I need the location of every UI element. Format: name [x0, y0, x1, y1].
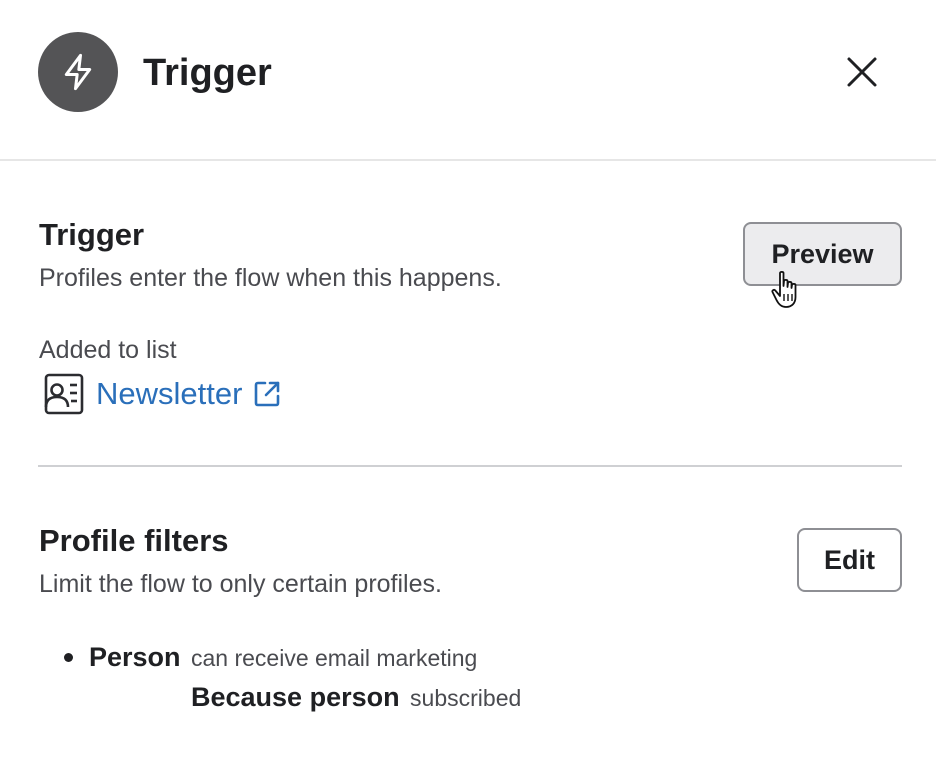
hand-cursor-icon — [771, 270, 797, 308]
trigger-panel: Trigger Trigger Profiles enter the flow … — [0, 0, 936, 780]
close-icon — [847, 57, 877, 87]
panel-title: Trigger — [143, 52, 272, 94]
filter-reason: Because person subscribed — [191, 681, 521, 718]
list-link-row[interactable]: Newsletter — [40, 372, 282, 416]
added-to-list-label: Added to list — [39, 336, 177, 364]
edit-filters-button[interactable]: Edit — [797, 528, 902, 592]
filters-section-description: Limit the flow to only certain profiles. — [39, 570, 442, 598]
external-link-icon[interactable] — [252, 379, 282, 409]
filter-reason-subject: Because person — [191, 682, 400, 712]
filter-condition-text: can receive email marketing — [191, 645, 478, 671]
trigger-badge — [38, 32, 118, 112]
close-button[interactable] — [838, 48, 886, 96]
section-divider — [38, 465, 902, 467]
contact-list-icon — [44, 373, 84, 415]
preview-button[interactable]: Preview — [743, 222, 902, 286]
trigger-section-description: Profiles enter the flow when this happen… — [39, 264, 502, 292]
trigger-section-title: Trigger — [39, 217, 145, 252]
filter-bullet — [64, 653, 73, 662]
newsletter-link[interactable]: Newsletter — [96, 374, 242, 414]
filter-reason-text: subscribed — [410, 685, 522, 711]
filter-condition: Person can receive email marketing — [89, 641, 477, 678]
filter-subject: Person — [89, 642, 181, 672]
filters-section-title: Profile filters — [39, 523, 229, 558]
panel-header: Trigger — [0, 0, 936, 161]
lightning-icon — [64, 53, 92, 91]
